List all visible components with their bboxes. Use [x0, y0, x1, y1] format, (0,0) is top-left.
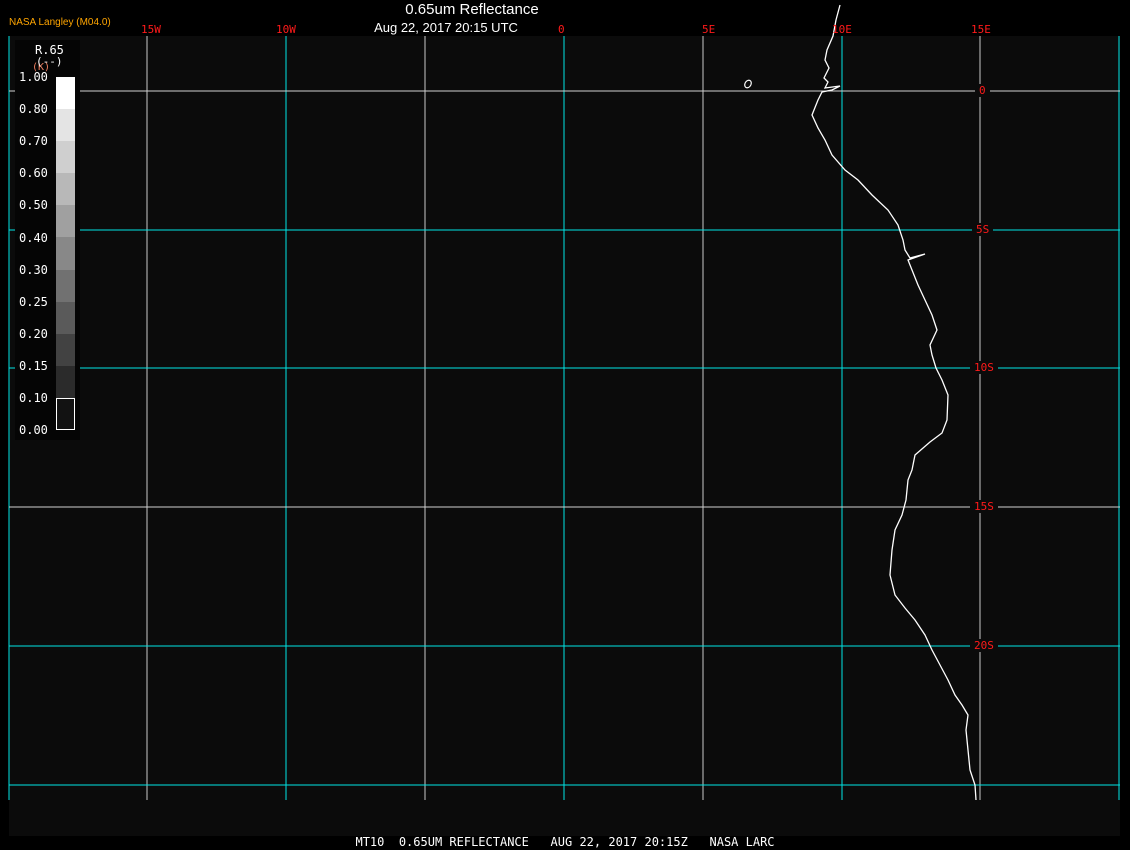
legend-tick-label: 0.25 [19, 294, 48, 309]
lon-label-10e: 10E [832, 23, 852, 36]
map-overlay [8, 4, 1120, 801]
legend-tick-label: 1.00 [19, 70, 48, 84]
colorbar [56, 77, 75, 431]
colorbar-segment [56, 237, 75, 271]
legend-units: (--) [36, 55, 63, 68]
footer-caption: MT10 0.65UM REFLECTANCE AUG 22, 2017 20:… [355, 835, 775, 849]
lat-lon-grid [8, 36, 1120, 800]
lat-label-20s: 20S [970, 639, 998, 652]
lat-label-10s: 10S [970, 361, 998, 374]
legend-tick-label: 0.60 [19, 166, 48, 181]
colorbar-segment [56, 269, 75, 303]
lat-label-5s: 5S [972, 223, 994, 236]
producer-label: NASA Langley (M04.0) [9, 17, 111, 28]
lon-label-15e: 15E [971, 23, 991, 36]
colorbar-segment [56, 397, 75, 431]
colorbar-segment [56, 333, 75, 367]
coastline [811, 4, 977, 801]
legend-tick-label: 0.70 [19, 134, 48, 149]
lat-label-15s: 15S [970, 500, 998, 513]
colorbar-segment [56, 141, 75, 174]
legend-tick-label: 0.50 [19, 198, 48, 213]
legend-tick-label: 0.80 [19, 102, 48, 117]
legend-tick-label: 0.40 [19, 230, 48, 245]
colorbar-segment [56, 173, 75, 206]
colorbar-segment [56, 77, 75, 110]
legend-tick-label: 0.20 [19, 326, 48, 341]
legend-tick-label: 0.00 [19, 423, 48, 438]
legend-tick-label: 0.30 [19, 262, 48, 277]
island [744, 79, 752, 89]
lon-label-15w: 15W [141, 23, 161, 36]
legend-tick-label: 0.15 [19, 358, 48, 373]
page-title: 0.65um Reflectance [405, 1, 539, 18]
colorbar-segment [56, 109, 75, 142]
lat-label-0: 0 [975, 84, 990, 97]
colorbar-segment [56, 301, 75, 335]
page-subtitle: Aug 22, 2017 20:15 UTC [374, 20, 518, 35]
colorbar-segment [56, 365, 75, 399]
colorbar-segment [56, 205, 75, 238]
lon-label-0: 0 [558, 23, 565, 36]
lon-label-5e: 5E [702, 23, 716, 36]
lon-label-10w: 10W [276, 23, 296, 36]
legend-tick-label: 0.10 [19, 391, 48, 405]
